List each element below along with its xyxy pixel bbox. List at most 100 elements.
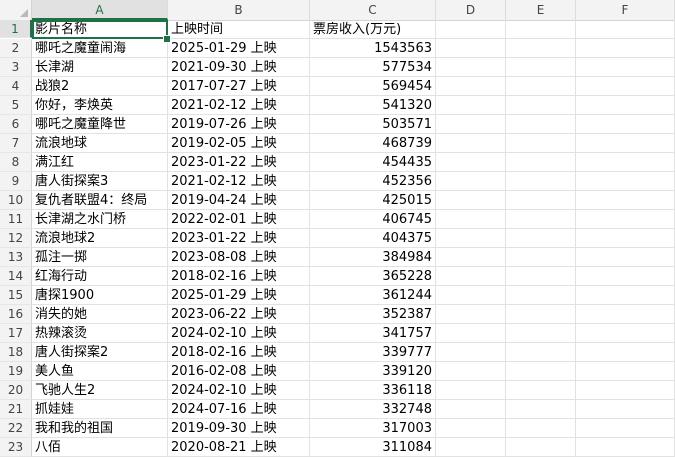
row-header[interactable]: 16 (0, 305, 32, 324)
box-office-cell[interactable]: 361244 (310, 286, 436, 305)
empty-cell[interactable] (506, 172, 576, 191)
movie-name-cell[interactable]: 长津湖 (32, 58, 168, 77)
movie-name-cell[interactable]: 我和我的祖国 (32, 419, 168, 438)
empty-cell[interactable] (436, 229, 506, 248)
box-office-cell[interactable]: 339777 (310, 343, 436, 362)
row-header[interactable]: 15 (0, 286, 32, 305)
movie-name-cell[interactable]: 哪吒之魔童降世 (32, 115, 168, 134)
box-office-cell[interactable]: 365228 (310, 267, 436, 286)
empty-cell[interactable] (506, 191, 576, 210)
release-date-cell[interactable]: 2023-01-22 上映 (168, 229, 310, 248)
row-header[interactable]: 23 (0, 438, 32, 457)
empty-cell[interactable] (436, 419, 506, 438)
movie-name-cell[interactable]: 孤注一掷 (32, 248, 168, 267)
empty-cell[interactable] (436, 286, 506, 305)
empty-cell[interactable] (506, 20, 576, 39)
empty-cell[interactable] (576, 20, 675, 39)
fill-handle[interactable] (163, 35, 171, 43)
row-header[interactable]: 2 (0, 39, 32, 58)
row-header[interactable]: 8 (0, 153, 32, 172)
empty-cell[interactable] (576, 58, 675, 77)
row-header[interactable]: 19 (0, 362, 32, 381)
empty-cell[interactable] (436, 362, 506, 381)
release-date-cell[interactable]: 2021-02-12 上映 (168, 172, 310, 191)
release-date-cell[interactable]: 2020-08-21 上映 (168, 438, 310, 457)
empty-cell[interactable] (436, 20, 506, 39)
empty-cell[interactable] (576, 134, 675, 153)
empty-cell[interactable] (506, 229, 576, 248)
empty-cell[interactable] (576, 400, 675, 419)
release-date-cell[interactable]: 2017-07-27 上映 (168, 77, 310, 96)
empty-cell[interactable] (506, 77, 576, 96)
box-office-cell[interactable]: 404375 (310, 229, 436, 248)
release-date-cell[interactable]: 2023-06-22 上映 (168, 305, 310, 324)
row-header[interactable]: 17 (0, 324, 32, 343)
column-header-c[interactable]: C (310, 0, 436, 20)
cell-a1[interactable]: 影片名称 (32, 20, 168, 39)
empty-cell[interactable] (436, 248, 506, 267)
row-header[interactable]: 14 (0, 267, 32, 286)
empty-cell[interactable] (436, 381, 506, 400)
empty-cell[interactable] (506, 362, 576, 381)
empty-cell[interactable] (436, 438, 506, 457)
row-header[interactable]: 13 (0, 248, 32, 267)
empty-cell[interactable] (436, 343, 506, 362)
empty-cell[interactable] (576, 153, 675, 172)
movie-name-cell[interactable]: 哪吒之魔童闹海 (32, 39, 168, 58)
empty-cell[interactable] (506, 267, 576, 286)
movie-name-cell[interactable]: 抓娃娃 (32, 400, 168, 419)
movie-name-cell[interactable]: 红海行动 (32, 267, 168, 286)
row-header[interactable]: 7 (0, 134, 32, 153)
empty-cell[interactable] (436, 153, 506, 172)
empty-cell[interactable] (576, 248, 675, 267)
movie-name-cell[interactable]: 满江红 (32, 153, 168, 172)
row-header[interactable]: 6 (0, 115, 32, 134)
column-header-e[interactable]: E (506, 0, 576, 20)
empty-cell[interactable] (576, 77, 675, 96)
box-office-cell[interactable]: 332748 (310, 400, 436, 419)
empty-cell[interactable] (576, 191, 675, 210)
box-office-cell[interactable]: 454435 (310, 153, 436, 172)
empty-cell[interactable] (576, 419, 675, 438)
empty-cell[interactable] (506, 134, 576, 153)
column-header-f[interactable]: F (576, 0, 675, 20)
box-office-cell[interactable]: 317003 (310, 419, 436, 438)
box-office-cell[interactable]: 1543563 (310, 39, 436, 58)
row-header[interactable]: 12 (0, 229, 32, 248)
empty-cell[interactable] (506, 248, 576, 267)
row-header[interactable]: 22 (0, 419, 32, 438)
movie-name-cell[interactable]: 唐人街探案2 (32, 343, 168, 362)
empty-cell[interactable] (506, 96, 576, 115)
column-header-d[interactable]: D (436, 0, 506, 20)
empty-cell[interactable] (436, 210, 506, 229)
row-header[interactable]: 11 (0, 210, 32, 229)
empty-cell[interactable] (436, 134, 506, 153)
empty-cell[interactable] (576, 324, 675, 343)
empty-cell[interactable] (576, 229, 675, 248)
release-date-cell[interactable]: 2019-07-26 上映 (168, 115, 310, 134)
box-office-cell[interactable]: 503571 (310, 115, 436, 134)
empty-cell[interactable] (436, 115, 506, 134)
empty-cell[interactable] (576, 172, 675, 191)
empty-cell[interactable] (576, 39, 675, 58)
box-office-cell[interactable]: 311084 (310, 438, 436, 457)
empty-cell[interactable] (576, 362, 675, 381)
row-header[interactable]: 3 (0, 58, 32, 77)
select-all-corner[interactable] (0, 0, 32, 20)
empty-cell[interactable] (506, 324, 576, 343)
empty-cell[interactable] (506, 343, 576, 362)
row-header[interactable]: 20 (0, 381, 32, 400)
movie-name-cell[interactable]: 消失的她 (32, 305, 168, 324)
movie-name-cell[interactable]: 复仇者联盟4：终局 (32, 191, 168, 210)
empty-cell[interactable] (506, 153, 576, 172)
empty-cell[interactable] (436, 77, 506, 96)
release-date-cell[interactable]: 2016-02-08 上映 (168, 362, 310, 381)
box-office-cell[interactable]: 425015 (310, 191, 436, 210)
release-date-cell[interactable]: 2021-09-30 上映 (168, 58, 310, 77)
empty-cell[interactable] (436, 400, 506, 419)
empty-cell[interactable] (436, 58, 506, 77)
empty-cell[interactable] (436, 191, 506, 210)
empty-cell[interactable] (436, 39, 506, 58)
release-date-cell[interactable]: 2021-02-12 上映 (168, 96, 310, 115)
box-office-cell[interactable]: 336118 (310, 381, 436, 400)
